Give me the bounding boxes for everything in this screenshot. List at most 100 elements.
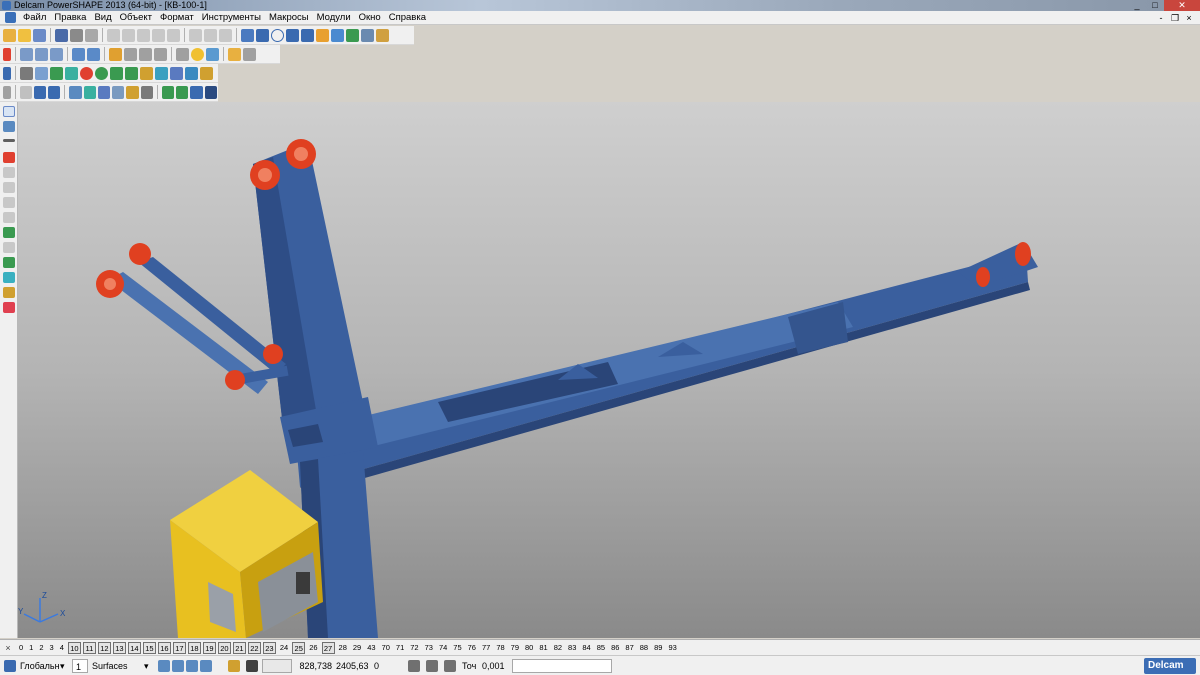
level-button-16[interactable]: 16: [157, 641, 171, 654]
menu-tools[interactable]: Инструменты: [198, 12, 265, 23]
repeat-icon[interactable]: [219, 28, 232, 42]
level-button-72[interactable]: 72: [408, 642, 420, 654]
toolbar-close-icon[interactable]: [3, 47, 11, 61]
render-icon[interactable]: [206, 47, 219, 61]
level-button-1[interactable]: 1: [27, 642, 35, 654]
level-button-27[interactable]: 27: [321, 641, 335, 654]
surface-tool-icon[interactable]: [3, 227, 15, 238]
sphere-green-icon[interactable]: [95, 66, 108, 80]
undo-icon[interactable]: [189, 28, 202, 42]
pattern-icon[interactable]: [161, 85, 175, 99]
sphere-red-icon[interactable]: [80, 66, 93, 80]
level-button-22[interactable]: 22: [247, 641, 261, 654]
level-button-77[interactable]: 77: [480, 642, 492, 654]
fillet-icon[interactable]: [316, 28, 329, 42]
forward-icon[interactable]: [125, 66, 138, 80]
level-button-81[interactable]: 81: [537, 642, 549, 654]
zoom-window-icon[interactable]: [109, 47, 122, 61]
graphics-viewport[interactable]: X Y Z: [18, 102, 1200, 638]
mirror-icon[interactable]: [48, 85, 61, 99]
menu-file[interactable]: Файл: [19, 12, 50, 23]
level-button-14[interactable]: 14: [127, 641, 141, 654]
info-icon[interactable]: [170, 66, 183, 80]
open-recent-icon[interactable]: [33, 28, 46, 42]
play-icon[interactable]: [110, 66, 123, 80]
level-button-70[interactable]: 70: [380, 642, 392, 654]
menu-view[interactable]: Вид: [90, 12, 115, 23]
command-input[interactable]: [512, 659, 612, 673]
snap2-icon[interactable]: [172, 660, 184, 672]
level-button-84[interactable]: 84: [580, 642, 592, 654]
snap3-icon[interactable]: [186, 660, 198, 672]
level-button-13[interactable]: 13: [112, 641, 126, 654]
level-button-17[interactable]: 17: [172, 641, 186, 654]
grid-icon[interactable]: [246, 660, 258, 672]
save-icon[interactable]: [55, 28, 68, 42]
level-button-82[interactable]: 82: [552, 642, 564, 654]
menu-edit[interactable]: Правка: [50, 12, 90, 23]
level-name-select[interactable]: Surfaces: [92, 659, 144, 673]
level-number-field[interactable]: 1: [72, 659, 88, 673]
box-icon[interactable]: [140, 66, 153, 80]
menu-format[interactable]: Формат: [156, 12, 198, 23]
material-icon[interactable]: [65, 66, 78, 80]
level-button-80[interactable]: 80: [523, 642, 535, 654]
arc-tool-icon[interactable]: [3, 167, 15, 178]
polar-icon[interactable]: [444, 660, 456, 672]
shade-icon[interactable]: [191, 47, 204, 61]
paste-special-icon[interactable]: [152, 28, 165, 42]
rotate-icon[interactable]: [176, 47, 189, 61]
level-button-76[interactable]: 76: [466, 642, 478, 654]
level-button-3[interactable]: 3: [48, 642, 56, 654]
level-button-19[interactable]: 19: [202, 641, 216, 654]
level-button-15[interactable]: 15: [142, 641, 156, 654]
section-icon[interactable]: [190, 85, 203, 99]
view-top-icon[interactable]: [20, 47, 33, 61]
arc-icon[interactable]: [301, 28, 314, 42]
preview-icon[interactable]: [85, 28, 98, 42]
level-close-icon[interactable]: ×: [2, 642, 14, 654]
move-icon[interactable]: [19, 85, 32, 99]
level-button-10[interactable]: 10: [67, 641, 81, 654]
analyze-icon[interactable]: [204, 85, 218, 99]
view-side-icon[interactable]: [50, 47, 63, 61]
text-tool-icon[interactable]: [3, 182, 15, 193]
level-button-73[interactable]: 73: [423, 642, 435, 654]
line-tool-icon[interactable]: [3, 139, 15, 142]
level-button-71[interactable]: 71: [394, 642, 406, 654]
view-front-icon[interactable]: [35, 47, 48, 61]
circle-icon[interactable]: [271, 28, 284, 42]
cabinet-icon[interactable]: [200, 66, 213, 80]
level-button-89[interactable]: 89: [652, 642, 664, 654]
abs-icon[interactable]: [408, 660, 420, 672]
level-button-29[interactable]: 29: [351, 642, 363, 654]
cut-icon[interactable]: [107, 28, 120, 42]
warning-icon[interactable]: [3, 152, 15, 163]
print-icon[interactable]: [70, 28, 83, 42]
level-button-74[interactable]: 74: [437, 642, 449, 654]
menu-macros[interactable]: Макросы: [265, 12, 313, 23]
maximize-button[interactable]: □: [1146, 0, 1164, 11]
solid-icon[interactable]: [346, 28, 359, 42]
view-iso2-icon[interactable]: [87, 47, 100, 61]
redo-icon[interactable]: [204, 28, 217, 42]
solid-tool-icon[interactable]: [3, 257, 15, 268]
mdi-restore-button[interactable]: ❐: [1168, 11, 1182, 25]
level-button-21[interactable]: 21: [232, 641, 246, 654]
curve-tool-icon[interactable]: [3, 242, 15, 253]
level-button-2[interactable]: 2: [37, 642, 45, 654]
pan-icon[interactable]: [243, 47, 256, 61]
level-button-0[interactable]: 0: [17, 642, 25, 654]
dimension-tool-icon[interactable]: [3, 197, 15, 208]
feature-icon[interactable]: [176, 85, 189, 99]
mdi-close-button[interactable]: ×: [1182, 11, 1196, 25]
sweep-icon[interactable]: [97, 85, 111, 99]
tree-icon[interactable]: [50, 66, 63, 80]
snap-icon[interactable]: [158, 660, 170, 672]
level-button-79[interactable]: 79: [509, 642, 521, 654]
toolbar-grip2-icon[interactable]: [3, 85, 11, 99]
electrode-tool-icon[interactable]: [3, 302, 15, 313]
shell-icon[interactable]: [126, 85, 139, 99]
level-button-28[interactable]: 28: [337, 642, 349, 654]
cylinder-icon[interactable]: [155, 66, 168, 80]
